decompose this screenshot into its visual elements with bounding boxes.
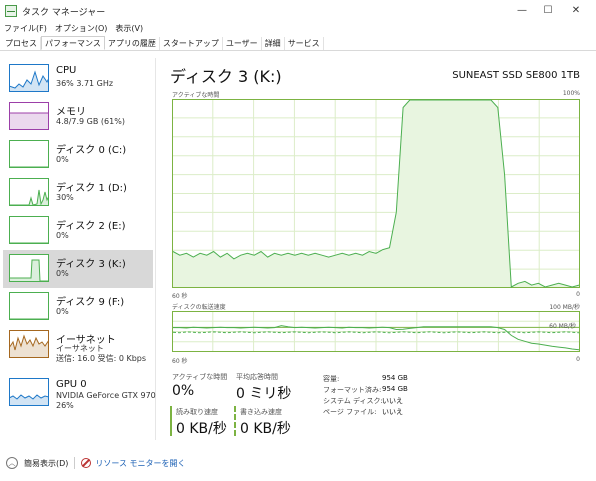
ethernet-thumbnail-graph (9, 330, 49, 358)
sidebar-item-title: ディスク 9 (F:) (56, 297, 125, 308)
sidebar-item-subtitle: 0% (56, 269, 69, 278)
read-speed-stat-value: 0 KB/秒 (176, 421, 227, 437)
sidebar-item-title: メモリ (56, 107, 86, 118)
capacity-label: 容量: (323, 375, 340, 383)
page-file-value: いいえ (382, 408, 403, 416)
memory-thumbnail-graph (9, 102, 49, 130)
thumbnail-frame (9, 292, 49, 320)
page-file-label: ページ ファイル: (323, 408, 377, 416)
thumbnail-frame (9, 254, 49, 282)
active-time-stat-label: アクティブな時間 (172, 373, 228, 381)
sidebar-item-title: ディスク 1 (D:) (56, 183, 127, 194)
sidebar-item-subtitle: 0% (56, 307, 69, 316)
tab-performance[interactable]: パフォーマンス (41, 36, 105, 50)
sidebar-item-disk0[interactable]: ディスク 0 (C:) 0% (3, 136, 153, 174)
capacity-value: 954 GB (382, 374, 408, 382)
sidebar-item-disk3[interactable]: ディスク 3 (K:) 0% (3, 250, 153, 288)
sidebar-item-subtitle: 36% 3.71 GHz (56, 79, 114, 88)
avg-response-stat-label: 平均応答時間 (236, 373, 278, 381)
menu-view[interactable]: 表示(V) (111, 22, 147, 36)
transfer-seconds-label: 60 秒 (172, 358, 188, 365)
page-title: ディスク 3 (K:) (170, 67, 282, 86)
tab-startup[interactable]: スタートアップ (160, 37, 223, 50)
footer-divider (74, 457, 76, 469)
active-time-stat-value: 0% (172, 383, 195, 399)
sidebar-item-cpu[interactable]: CPU 36% 3.71 GHz (3, 60, 153, 98)
sidebar-item-subtitle: 0% (56, 231, 69, 240)
sidebar-item-disk1[interactable]: ディスク 1 (D:) 30% (3, 174, 153, 212)
avg-response-stat-value: 0 ミリ秒 (236, 386, 292, 402)
close-button[interactable]: ✕ (562, 2, 590, 20)
gpu-thumbnail-graph (9, 378, 49, 406)
menu-file[interactable]: ファイル(F) (0, 22, 51, 36)
disk1-thumbnail-graph (9, 178, 49, 206)
write-speed-stat-label: 書き込み速度 (240, 408, 282, 416)
sidebar-item-detail: 送信: 16.0 受信: 0 Kbps (56, 354, 147, 363)
menu-bar: ファイル(F) オプション(O) 表示(V) (0, 22, 147, 36)
disk0-thumbnail-graph (9, 140, 49, 168)
sidebar-item-subtitle: 30% (56, 193, 74, 202)
tab-users[interactable]: ユーザー (223, 37, 262, 50)
sidebar-item-detail: 26% (56, 401, 74, 410)
transfer-mid-label: 60 MB/秒 (549, 323, 576, 330)
sidebar-item-ethernet[interactable]: イーサネット イーサネット 送信: 16.0 受信: 0 Kbps (3, 326, 153, 364)
window-title: タスク マネージャー (22, 7, 106, 18)
sidebar-item-title: CPU (56, 65, 77, 76)
footer-bar: ︿ 簡易表示(D) リソース モニターを開く (0, 452, 596, 474)
active-time-chart-label: アクティブな時間 (172, 92, 220, 99)
title-bar: タスク マネージャー — ☐ ✕ (0, 0, 596, 22)
active-time-seconds-label: 60 秒 (172, 293, 188, 300)
maximize-button[interactable]: ☐ (534, 2, 562, 20)
task-manager-icon (5, 5, 17, 17)
disk3-thumbnail-graph (9, 254, 49, 282)
active-time-zero-label: 0 (576, 291, 580, 298)
resource-monitor-link[interactable]: リソース モニターを開く (95, 458, 185, 469)
thumbnail-frame (9, 216, 49, 244)
sidebar-item-title: ディスク 3 (K:) (56, 259, 126, 270)
tab-bar: プロセス パフォーマンス アプリの履歴 スタートアップ ユーザー 詳細 サービス (0, 36, 596, 51)
minimize-button[interactable]: — (508, 2, 536, 20)
sidebar-item-disk2[interactable]: ディスク 2 (E:) 0% (3, 212, 153, 250)
sidebar-item-memory[interactable]: メモリ 4.8/7.9 GB (61%) (3, 98, 153, 136)
tab-services[interactable]: サービス (285, 37, 324, 50)
active-time-max-label: 100% (562, 90, 580, 97)
chevron-up-icon[interactable]: ︿ (6, 457, 18, 469)
transfer-rate-chart (172, 311, 580, 352)
system-disk-label: システム ディスク: (323, 397, 383, 405)
active-time-chart (172, 99, 580, 288)
thumbnail-area (9, 113, 49, 130)
write-speed-stat-value: 0 KB/秒 (240, 421, 291, 437)
sidebar-item-title: GPU 0 (56, 379, 87, 390)
sidebar-item-title: ディスク 0 (C:) (56, 145, 127, 156)
disk-model-name: SUNEAST SSD SE800 1TB (452, 70, 580, 81)
disk9-thumbnail-graph (9, 292, 49, 320)
tab-app-history[interactable]: アプリの履歴 (105, 37, 160, 50)
system-disk-value: いいえ (382, 397, 403, 405)
read-speed-stat-label: 読み取り速度 (176, 408, 218, 416)
performance-sidebar: CPU 36% 3.71 GHz メモリ 4.8/7.9 GB (61%) ディ… (0, 58, 156, 440)
tab-details[interactable]: 詳細 (262, 37, 285, 50)
write-speed-indicator (234, 406, 236, 436)
formatted-label: フォーマット済み: (323, 386, 382, 394)
sidebar-item-subtitle: 4.8/7.9 GB (61%) (56, 117, 125, 126)
sidebar-item-subtitle: 0% (56, 155, 69, 164)
fewer-details-link[interactable]: 簡易表示(D) (24, 458, 68, 469)
transfer-max-label: 100 MB/秒 (549, 304, 580, 311)
formatted-value: 954 GB (382, 385, 408, 393)
menu-options[interactable]: オプション(O) (51, 22, 112, 36)
disk2-thumbnail-graph (9, 216, 49, 244)
transfer-chart-label: ディスクの転送速度 (172, 304, 226, 311)
sidebar-item-subtitle: NVIDIA GeForce GTX 970 (56, 391, 156, 400)
sidebar-item-title: ディスク 2 (E:) (56, 221, 126, 232)
thumbnail-frame (9, 140, 49, 168)
sidebar-item-disk9[interactable]: ディスク 9 (F:) 0% (3, 288, 153, 326)
cpu-thumbnail-graph (9, 64, 49, 92)
disk-detail-panel: ディスク 3 (K:) SUNEAST SSD SE800 1TB アクティブな… (158, 58, 586, 440)
read-speed-indicator (170, 406, 172, 436)
sidebar-item-gpu[interactable]: GPU 0 NVIDIA GeForce GTX 970 26% (3, 374, 156, 412)
tab-processes[interactable]: プロセス (2, 37, 41, 50)
resource-monitor-icon[interactable] (81, 458, 92, 468)
transfer-zero-label: 0 (576, 356, 580, 363)
